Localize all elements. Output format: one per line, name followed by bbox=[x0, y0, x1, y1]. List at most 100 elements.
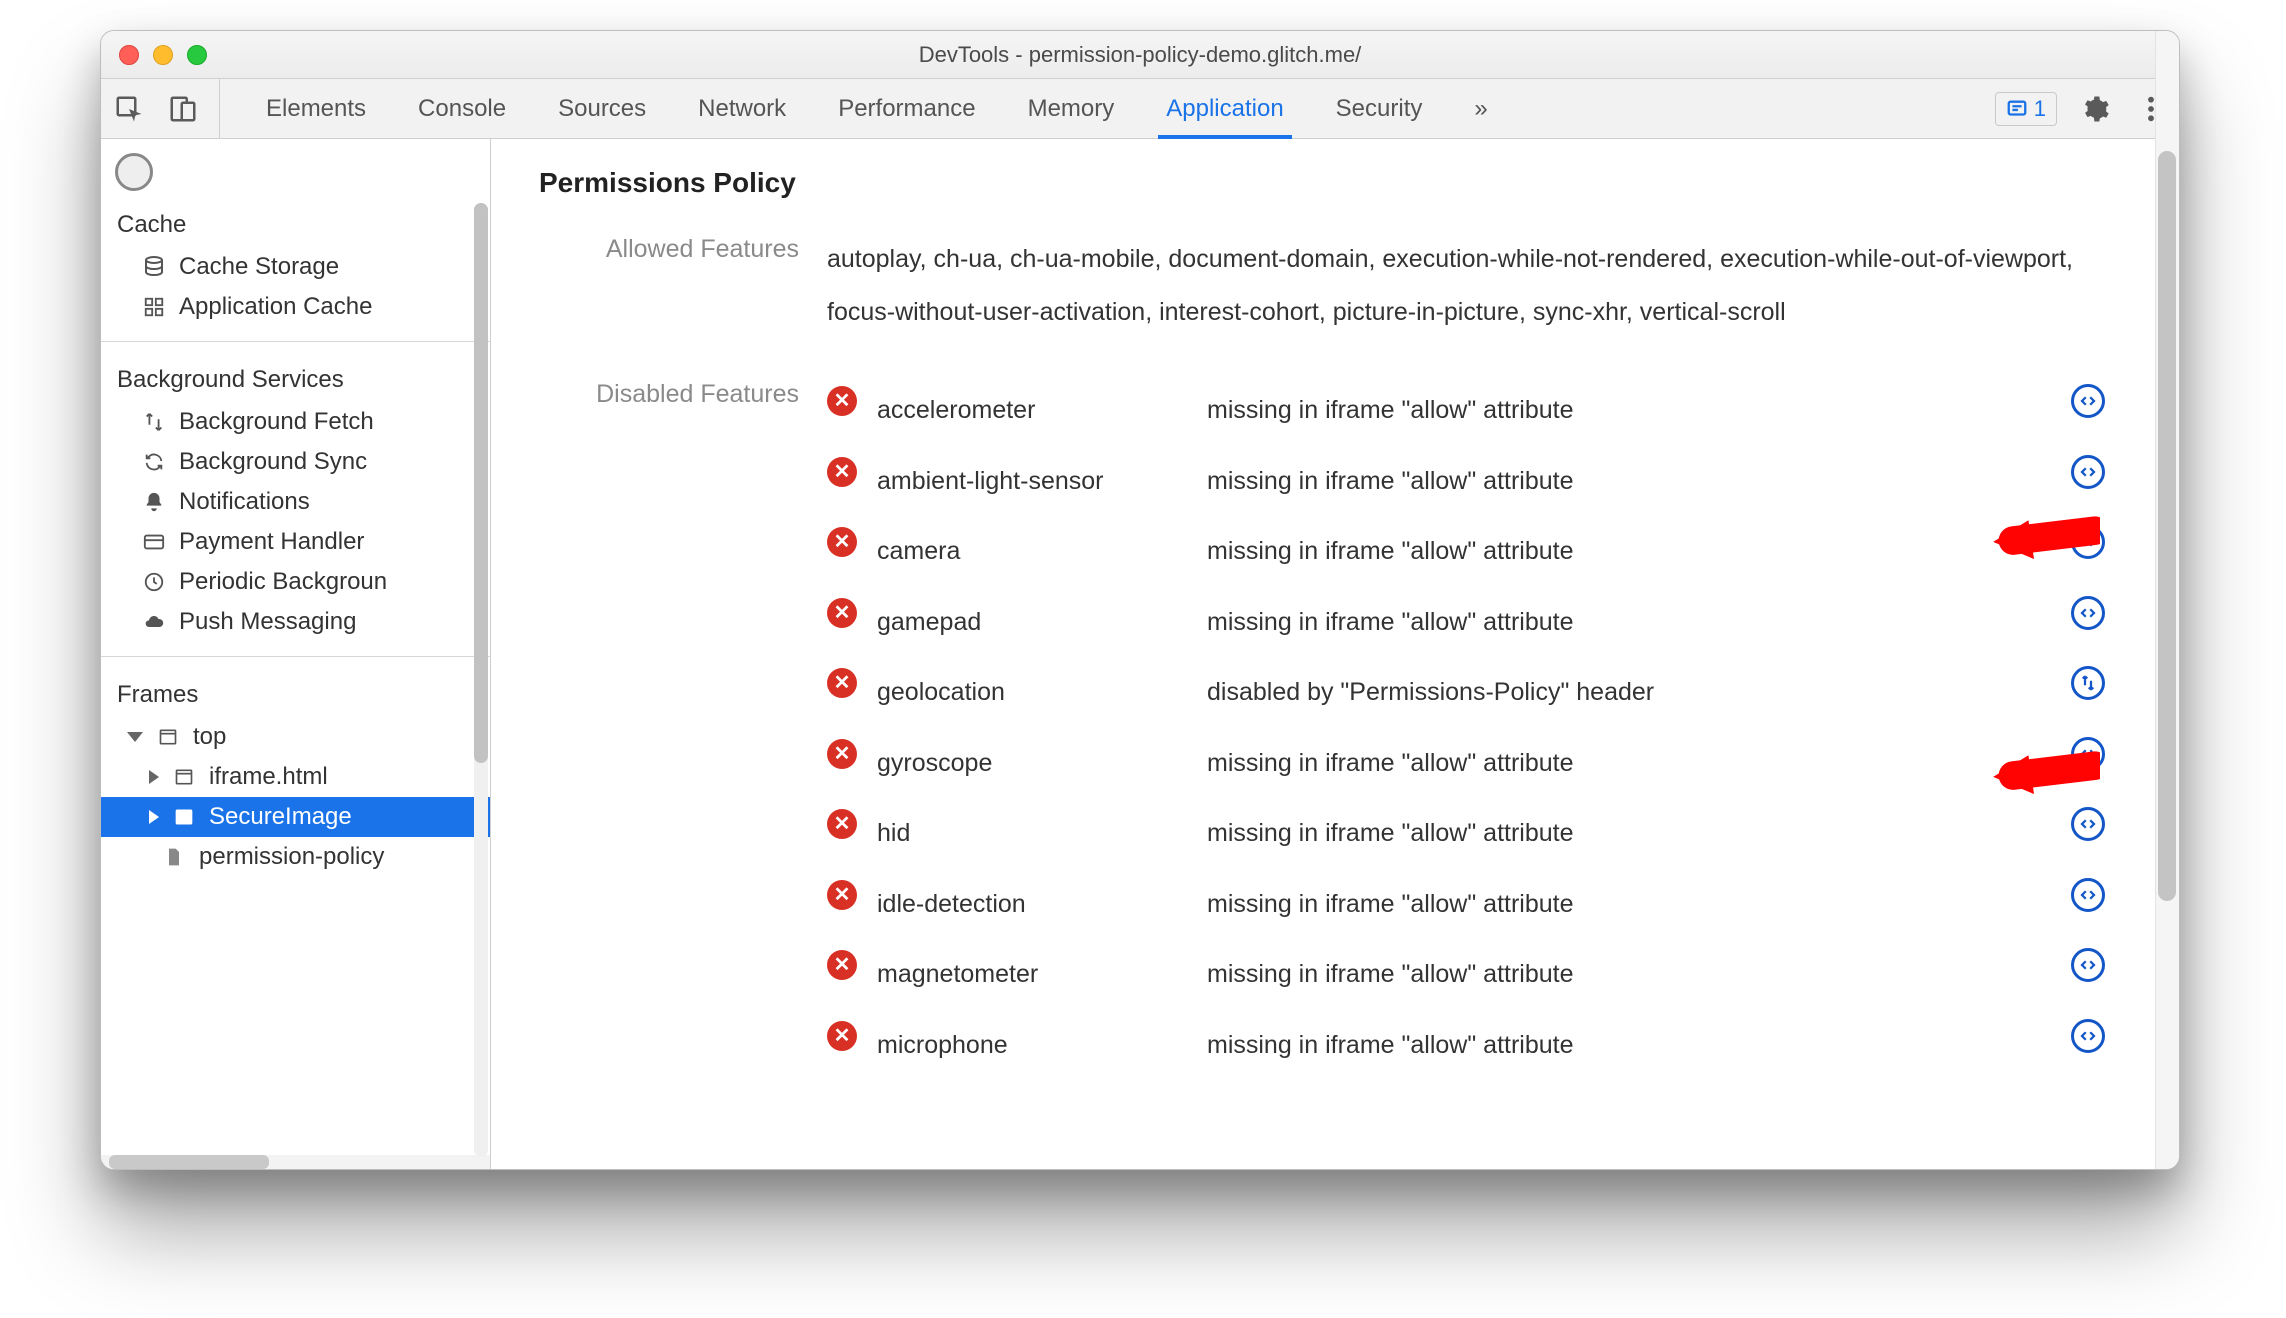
main-panel: Permissions Policy Allowed Features auto… bbox=[491, 139, 2179, 1169]
frame-iframe-html[interactable]: iframe.html bbox=[101, 757, 490, 797]
reveal-source-icon[interactable] bbox=[2071, 1019, 2105, 1053]
error-x-icon: ✕ bbox=[827, 598, 857, 628]
reveal-source-icon[interactable] bbox=[2071, 948, 2105, 982]
feature-reason: missing in iframe "allow" attribute bbox=[1207, 878, 2061, 931]
sidebar-horizontal-scrollbar[interactable] bbox=[101, 1155, 490, 1169]
feature-reason: missing in iframe "allow" attribute bbox=[1207, 1019, 2061, 1072]
tab-elements[interactable]: Elements bbox=[240, 79, 392, 138]
expand-triangle-right-icon bbox=[149, 810, 159, 824]
error-x-icon: ✕ bbox=[827, 457, 857, 487]
overflow-label: » bbox=[1474, 95, 1487, 123]
sidebar-item-periodic-background[interactable]: Periodic Backgroun bbox=[101, 562, 490, 602]
frame-label: top bbox=[193, 723, 226, 751]
window-title: DevTools - permission-policy-demo.glitch… bbox=[101, 42, 2179, 68]
sidebar-item-label: Application Cache bbox=[179, 293, 372, 321]
annotation-arrow-icon bbox=[1990, 485, 2100, 595]
expand-triangle-down-icon bbox=[127, 732, 143, 742]
tab-memory[interactable]: Memory bbox=[1002, 79, 1141, 138]
error-x-icon: ✕ bbox=[827, 668, 857, 698]
clock-icon bbox=[141, 569, 167, 595]
tab-console[interactable]: Console bbox=[392, 79, 532, 138]
disabled-features-label: Disabled Features bbox=[539, 378, 799, 409]
error-x-icon: ✕ bbox=[827, 880, 857, 910]
titlebar: DevTools - permission-policy-demo.glitch… bbox=[101, 31, 2179, 79]
error-x-icon: ✕ bbox=[827, 527, 857, 557]
sidebar-item-notifications[interactable]: Notifications bbox=[101, 482, 490, 522]
feature-name: microphone bbox=[877, 1019, 1197, 1072]
feature-reason: missing in iframe "allow" attribute bbox=[1207, 455, 2061, 508]
feature-name: gamepad bbox=[877, 596, 1197, 649]
reveal-source-icon[interactable] bbox=[2071, 878, 2105, 912]
error-x-icon: ✕ bbox=[827, 950, 857, 980]
window-icon bbox=[171, 764, 197, 790]
tab-label: Console bbox=[418, 95, 506, 123]
disabled-features-list: ✕accelerometermissing in iframe "allow" … bbox=[827, 384, 2131, 1071]
feature-reason: missing in iframe "allow" attribute bbox=[1207, 948, 2061, 1001]
frame-label: iframe.html bbox=[209, 763, 328, 791]
frame-top[interactable]: top bbox=[101, 717, 490, 757]
window-icon bbox=[155, 724, 181, 750]
feature-reason: missing in iframe "allow" attribute bbox=[1207, 737, 2061, 790]
sidebar-item-label: Background Sync bbox=[179, 448, 367, 476]
sidebar-vertical-scrollbar-thumb[interactable] bbox=[474, 203, 488, 763]
frame-permission-policy-doc[interactable]: permission-policy bbox=[101, 837, 490, 877]
disabled-feature-row: ✕ microphonemissing in iframe "allow" att… bbox=[827, 1019, 2131, 1072]
disabled-feature-row: ✕accelerometermissing in iframe "allow" … bbox=[827, 384, 2131, 437]
frame-label: permission-policy bbox=[199, 843, 384, 871]
allowed-features-row: Allowed Features autoplay, ch-ua, ch-ua-… bbox=[539, 233, 2131, 338]
tab-sources[interactable]: Sources bbox=[532, 79, 672, 138]
reveal-network-icon[interactable] bbox=[2071, 666, 2105, 700]
window-vertical-scrollbar-thumb[interactable] bbox=[2158, 151, 2176, 901]
feature-reason: missing in iframe "allow" attribute bbox=[1207, 596, 2061, 649]
database-icon bbox=[141, 254, 167, 280]
settings-gear-icon[interactable] bbox=[2077, 91, 2113, 127]
bell-icon bbox=[141, 489, 167, 515]
tabs-overflow[interactable]: » bbox=[1448, 79, 1513, 138]
tab-label: Network bbox=[698, 95, 786, 123]
inspect-element-icon[interactable] bbox=[111, 91, 147, 127]
reveal-source-icon[interactable] bbox=[2071, 384, 2105, 418]
sidebar-item-background-sync[interactable]: Background Sync bbox=[101, 442, 490, 482]
allowed-features-value: autoplay, ch-ua, ch-ua-mobile, document-… bbox=[827, 233, 2131, 338]
tab-performance[interactable]: Performance bbox=[812, 79, 1001, 138]
feature-name: accelerometer bbox=[877, 384, 1197, 437]
allowed-features-label: Allowed Features bbox=[539, 233, 799, 264]
error-x-icon: ✕ bbox=[827, 809, 857, 839]
grid-icon bbox=[141, 294, 167, 320]
device-toolbar-icon[interactable] bbox=[165, 91, 201, 127]
sidebar-item-background-fetch[interactable]: Background Fetch bbox=[101, 402, 490, 442]
sidebar-item-push-messaging[interactable]: Push Messaging bbox=[101, 602, 490, 642]
app-manifest-icon[interactable] bbox=[115, 153, 153, 191]
sidebar-item-label: Cache Storage bbox=[179, 253, 339, 281]
disabled-feature-row: ✕ idle-detectionmissing in iframe "allow"… bbox=[827, 878, 2131, 931]
sidebar-item-application-cache[interactable]: Application Cache bbox=[101, 287, 490, 327]
sidebar-item-payment-handler[interactable]: Payment Handler bbox=[101, 522, 490, 562]
sidebar-item-label: Push Messaging bbox=[179, 608, 356, 636]
frame-secureimage[interactable]: SecureImage bbox=[101, 797, 490, 837]
panel-heading: Permissions Policy bbox=[539, 167, 2131, 199]
sidebar-item-label: Payment Handler bbox=[179, 528, 364, 556]
disabled-feature-row: ✕geolocationdisabled by "Permissions-Pol… bbox=[827, 666, 2131, 719]
reveal-source-icon[interactable] bbox=[2071, 455, 2105, 489]
sidebar-item-cache-storage[interactable]: Cache Storage bbox=[101, 247, 490, 287]
tab-application[interactable]: Application bbox=[1140, 79, 1309, 138]
tab-label: Performance bbox=[838, 95, 975, 123]
sidebar-item-label: Periodic Backgroun bbox=[179, 568, 387, 596]
error-x-icon: ✕ bbox=[827, 1021, 857, 1051]
feature-reason: disabled by "Permissions-Policy" header bbox=[1207, 666, 2061, 719]
feature-name: idle-detection bbox=[877, 878, 1197, 931]
disabled-feature-row: ✕ gamepadmissing in iframe "allow" attrib… bbox=[827, 596, 2131, 649]
feature-name: hid bbox=[877, 807, 1197, 860]
disabled-feature-row: ✕gyroscopemissing in iframe "allow" attr… bbox=[827, 737, 2131, 790]
sidebar-item-label: Notifications bbox=[179, 488, 310, 516]
cache-section-label: Cache bbox=[101, 201, 490, 247]
reveal-source-icon[interactable] bbox=[2071, 596, 2105, 630]
devtools-window: DevTools - permission-policy-demo.glitch… bbox=[100, 30, 2180, 1170]
feature-name: gyroscope bbox=[877, 737, 1197, 790]
disabled-features-row: Disabled Features ✕accelerometermissing … bbox=[539, 378, 2131, 1071]
disabled-feature-row: ✕hidmissing in iframe "allow" attribute bbox=[827, 807, 2131, 860]
tab-network[interactable]: Network bbox=[672, 79, 812, 138]
issues-button[interactable]: 1 bbox=[1995, 92, 2057, 126]
tab-security[interactable]: Security bbox=[1310, 79, 1449, 138]
expand-triangle-right-icon bbox=[149, 770, 159, 784]
